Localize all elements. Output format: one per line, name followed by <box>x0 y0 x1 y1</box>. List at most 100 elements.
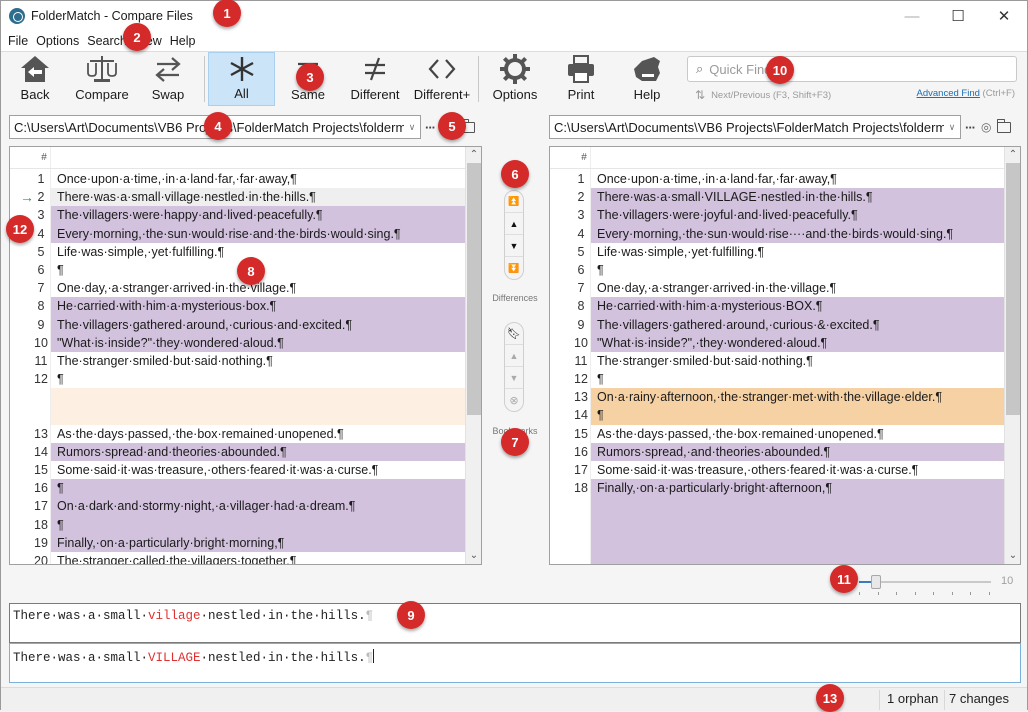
scroll-down-icon[interactable]: ⌄ <box>466 548 481 564</box>
diff-line-row[interactable]: 17 Some·said·it·was·treasure,·others·fear… <box>550 461 1004 479</box>
scroll-up-icon[interactable]: ⌃ <box>466 147 481 163</box>
diff-line-row[interactable]: 3 The·villagers·were·happy·and·lived·peac… <box>10 206 465 225</box>
menu-options[interactable]: Options <box>33 34 82 48</box>
diff-line-row[interactable]: 1 Once·upon·a·time,·in·a·land·far,·far·aw… <box>550 170 1004 188</box>
diff-line-row[interactable]: 8 He·carried·with·him·a·mysterious·box.¶ <box>10 297 465 316</box>
next-bookmark-button[interactable]: ▼ <box>505 367 523 389</box>
options-button[interactable]: Options <box>487 52 543 106</box>
left-rows: 1 Once·upon·a·time,·in·a·land·far,·far·aw… <box>10 170 465 565</box>
diff-line-row[interactable] <box>550 551 1004 564</box>
right-path-dropdown[interactable]: C:\Users\Art\Documents\VB6 Projects\Fold… <box>549 115 961 139</box>
first-difference-button[interactable]: ⏫ <box>505 191 523 213</box>
filter-different-plus-button[interactable]: Different+ <box>409 52 475 106</box>
diff-line-row[interactable]: 18 Finally,·on·a·particularly·bright·afte… <box>550 479 1004 498</box>
bookmarks-nav-group: 🔖︎ ▲ ▼ ⊗ <box>504 322 524 412</box>
diff-line-row[interactable]: 5 Life·was·simple,·yet·fulfilling.¶ <box>550 243 1004 261</box>
diff-line-row[interactable]: 5 Life·was·simple,·yet·fulfilling.¶ <box>10 243 465 261</box>
gear-icon <box>499 53 531 85</box>
diff-line-row[interactable] <box>550 497 1004 516</box>
diff-line-row[interactable]: 15 As·the·days·passed,·the·box·remained·u… <box>550 425 1004 443</box>
diff-line-row[interactable]: 9 The·villagers·gathered·around,·curious·… <box>10 315 465 334</box>
diff-line-row[interactable]: 16 ¶ <box>10 479 465 498</box>
right-scroll-thumb[interactable] <box>1006 163 1020 415</box>
diff-line-row[interactable]: 7 One·day,·a·stranger·arrived·in·the·vill… <box>10 279 465 297</box>
diff-line-row[interactable]: 11 The·stranger·smiled·but·said·nothing.¶ <box>10 352 465 370</box>
scroll-down-icon[interactable]: ⌄ <box>1005 548 1020 564</box>
line-number: 18 <box>34 517 48 532</box>
diff-line-row[interactable]: → 2 There·was·a·small·village·nestled·in·t… <box>10 188 465 207</box>
left-vertical-scrollbar[interactable]: ⌃ ⌄ <box>465 147 481 564</box>
diff-line-row[interactable]: 15 Some·said·it·was·treasure,·others·fear… <box>10 461 465 479</box>
line-text: Some·said·it·was·treasure,·others·feared… <box>57 463 379 477</box>
left-line-detail[interactable]: There·was·a·small·village·nestled·in·the… <box>9 603 1021 643</box>
previous-bookmark-button[interactable]: ▲ <box>505 345 523 367</box>
diff-line-row[interactable]: 8 He·carried·with·him·a·mysterious·BOX.¶ <box>550 297 1004 316</box>
right-file-pane[interactable]: # 1 Once·upon·a·time,·in·a·land·far,·far·… <box>549 146 1021 565</box>
filter-all-button[interactable]: All <box>208 52 275 106</box>
menu-file[interactable]: File <box>5 34 31 48</box>
diff-line-row[interactable]: 12 ¶ <box>550 370 1004 388</box>
minimize-button[interactable]: — <box>889 1 935 31</box>
diff-line-row[interactable]: 10 "What·is·inside?",·they·wondered·aloud… <box>550 333 1004 352</box>
right-vertical-scrollbar[interactable]: ⌃ ⌄ <box>1004 147 1020 564</box>
diff-line-row[interactable]: 18 ¶ <box>10 515 465 534</box>
diff-line-row[interactable]: 20 The·stranger·called·the·villagers·toge… <box>10 552 465 565</box>
diff-line-row[interactable] <box>10 406 465 425</box>
clear-bookmarks-button[interactable]: ⊗ <box>505 389 523 411</box>
search-icon: ⌕ <box>696 61 704 76</box>
quick-find-input[interactable] <box>709 61 1000 77</box>
right-open-folder-icon[interactable] <box>997 118 1012 133</box>
diff-line-row[interactable]: 13 On·a·rainy·afternoon,·the·stranger·met… <box>550 388 1004 407</box>
context-lines-slider[interactable] <box>859 573 991 595</box>
help-button[interactable]: Help <box>621 52 673 106</box>
diff-line-row[interactable]: 10 "What·is·inside?"·they·wondered·aloud.… <box>10 333 465 352</box>
line-text: Finally,·on·a·particularly·bright·aftern… <box>591 479 1004 498</box>
annotation-badge: 3 <box>296 63 324 91</box>
diff-line-row[interactable]: 4 Every·morning,·the·sun·would·rise····an… <box>550 224 1004 243</box>
filter-different-button[interactable]: Different <box>345 52 405 106</box>
left-scroll-thumb[interactable] <box>467 163 481 415</box>
diff-line-row[interactable]: 4 Every·morning,·the·sun·would·rise·and·t… <box>10 224 465 243</box>
diff-line-row[interactable]: 16 Rumors·spread,·and·theories·abounded.¶ <box>550 442 1004 461</box>
print-button[interactable]: Print <box>555 52 607 106</box>
diff-line-row[interactable]: 3 The·villagers·were·joyful·and·lived·pea… <box>550 206 1004 225</box>
line-text: Every·morning,·the·sun·would·rise·and·th… <box>51 224 465 243</box>
toggle-bookmark-button[interactable]: 🔖︎ <box>505 323 523 345</box>
maximize-button[interactable]: ☐ <box>935 1 981 31</box>
last-difference-button[interactable]: ⏬ <box>505 257 523 279</box>
diff-line-row[interactable]: 1 Once·upon·a·time,·in·a·land·far,·far·aw… <box>10 170 465 188</box>
left-browse-ellipsis-button[interactable]: ··· <box>425 120 436 135</box>
left-file-pane[interactable]: # 1 Once·upon·a·time,·in·a·land·far,·far·… <box>9 146 482 565</box>
right-line-detail[interactable]: There·was·a·small·VILLAGE·nestled·in·the… <box>9 643 1021 683</box>
menu-help[interactable]: Help <box>167 34 199 48</box>
line-number: 20 <box>34 553 48 565</box>
diff-line-row[interactable] <box>550 533 1004 552</box>
diff-line-row[interactable]: 9 The·villagers·gathered·around,·curious·… <box>550 315 1004 334</box>
scroll-up-icon[interactable]: ⌃ <box>1005 147 1020 163</box>
line-number-header: # <box>41 152 47 163</box>
diff-line-row[interactable] <box>550 515 1004 534</box>
eye-icon[interactable]: ◎ <box>981 120 991 134</box>
diff-line-row[interactable]: 14 Rumors·spread·and·theories·abounded.¶ <box>10 442 465 461</box>
diff-line-row[interactable]: 6 ¶ <box>550 261 1004 279</box>
diff-line-row[interactable]: 11 The·stranger·smiled·but·said·nothing.¶ <box>550 352 1004 370</box>
diff-line-row[interactable]: 13 As·the·days·passed,·the·box·remained·u… <box>10 425 465 443</box>
diff-line-row[interactable]: 12 ¶ <box>10 370 465 388</box>
back-button[interactable]: Back <box>9 52 61 106</box>
compare-button[interactable]: Compare <box>71 52 133 106</box>
diff-line-row[interactable]: 17 On·a·dark·and·stormy·night,·a·villager… <box>10 497 465 516</box>
quick-find-box[interactable]: ⌕ <box>687 56 1017 82</box>
diff-line-row[interactable]: 14 ¶ <box>550 406 1004 425</box>
right-browse-ellipsis-button[interactable]: ··· <box>965 120 976 135</box>
swap-button[interactable]: Swap <box>141 52 195 106</box>
previous-difference-button[interactable]: ▲ <box>505 213 523 235</box>
diff-line-row[interactable] <box>10 388 465 407</box>
diff-line-row[interactable]: 7 One·day,·a·stranger·arrived·in·the·vill… <box>550 279 1004 297</box>
diff-line-row[interactable]: 19 Finally,·on·a·particularly·bright·morn… <box>10 533 465 552</box>
diff-line-row[interactable]: 2 There·was·a·small·VILLAGE·nestled·in·th… <box>550 188 1004 207</box>
slider-thumb[interactable] <box>871 575 882 589</box>
advanced-find-link[interactable]: Advanced Find <box>917 88 980 99</box>
line-text: Every·morning,·the·sun·would·rise····and… <box>591 224 1004 243</box>
next-difference-button[interactable]: ▼ <box>505 235 523 257</box>
close-button[interactable]: ✕ <box>981 1 1027 31</box>
